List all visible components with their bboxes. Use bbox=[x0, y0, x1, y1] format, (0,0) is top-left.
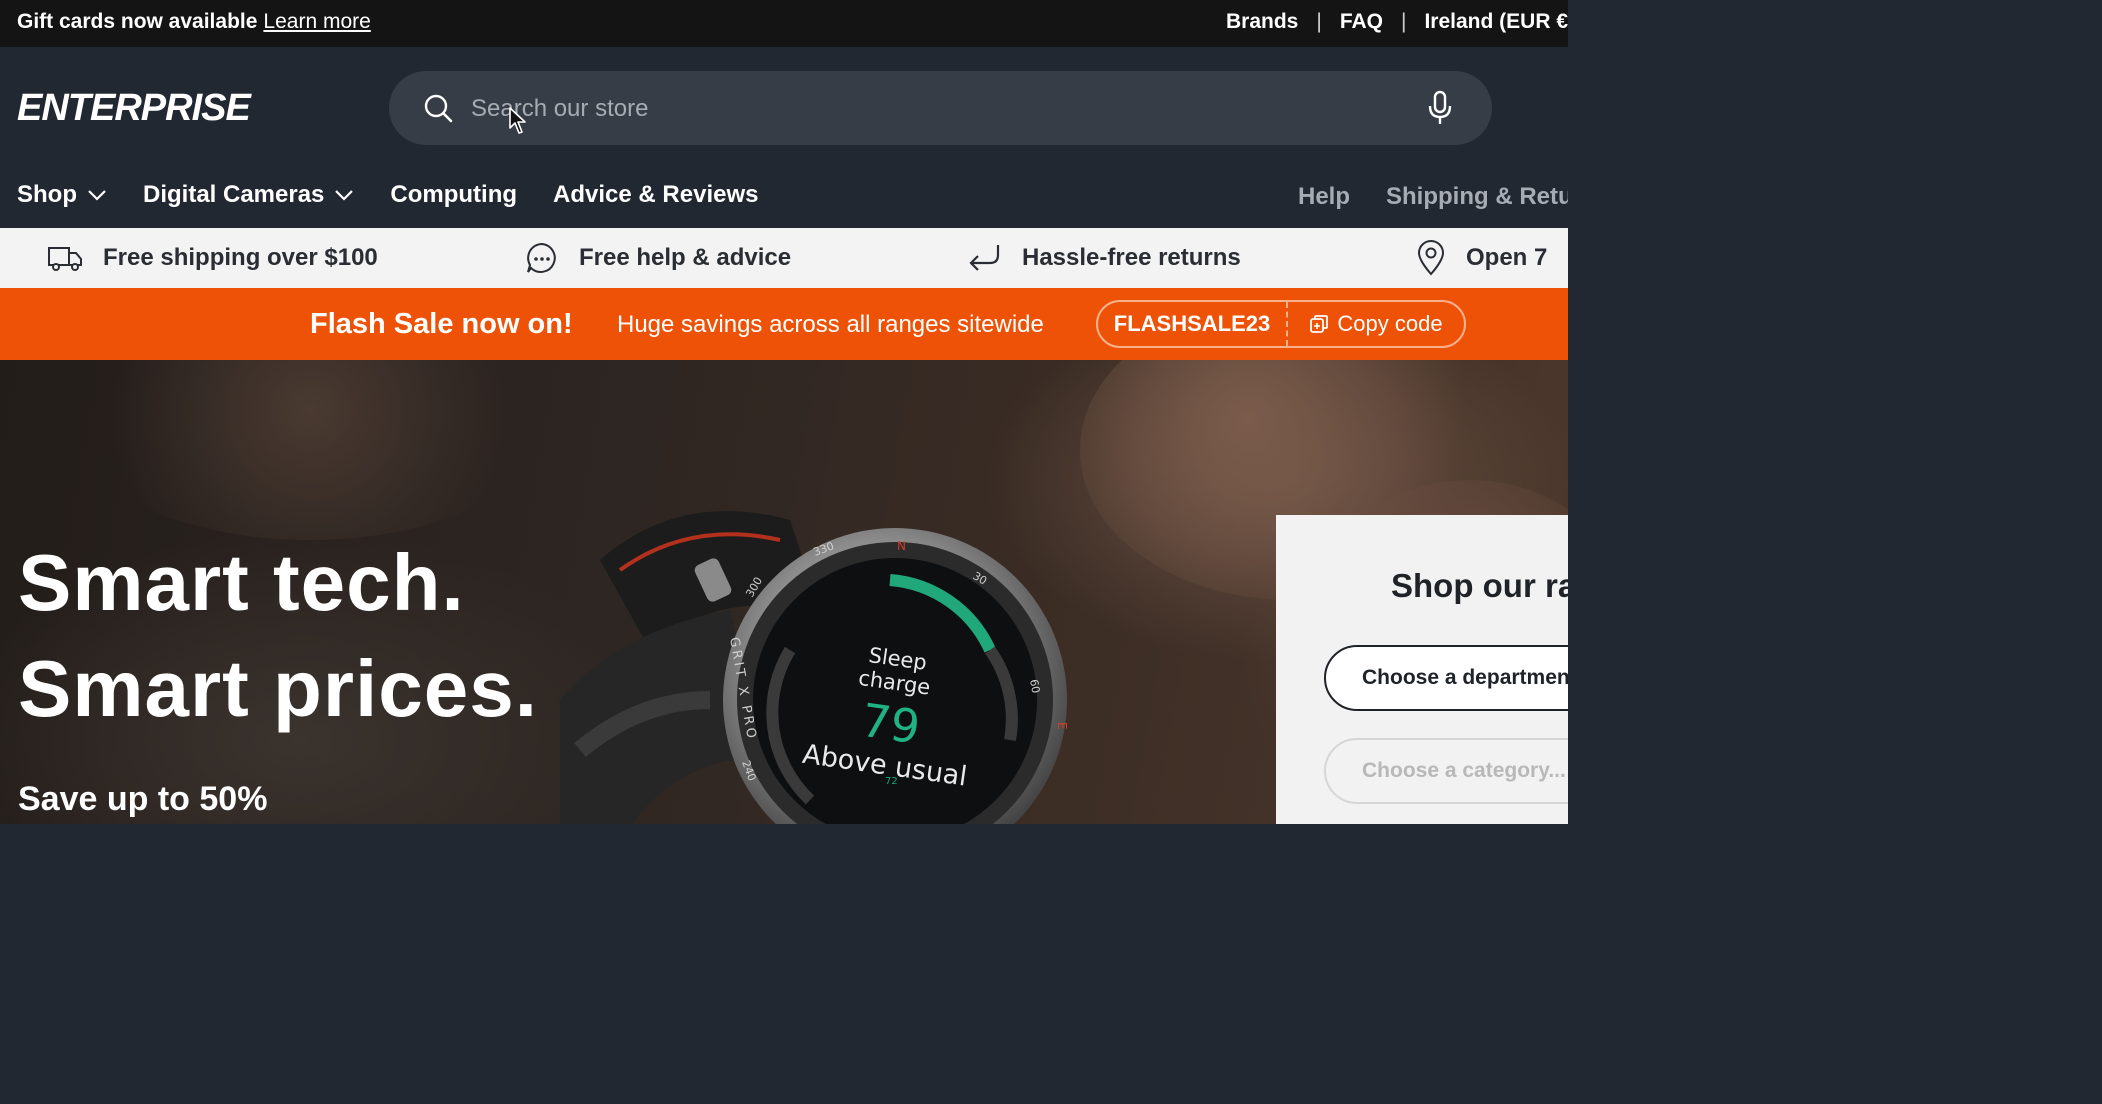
usp-label: Free help & advice bbox=[579, 244, 792, 271]
site-header: ENTERPRISE Shop Digital Cameras bbox=[0, 47, 1568, 228]
nav-item-label: Computing bbox=[390, 181, 518, 208]
hero-headline-line2: Smart prices. bbox=[18, 644, 538, 733]
nav-item-label: Shop bbox=[17, 181, 77, 208]
help-link[interactable]: Help bbox=[1298, 183, 1350, 211]
nav-item-shop[interactable]: Shop bbox=[17, 181, 107, 209]
divider: | bbox=[1401, 10, 1407, 33]
search-input[interactable] bbox=[469, 89, 1373, 129]
nav-item-digital-cameras[interactable]: Digital Cameras bbox=[143, 181, 354, 209]
shop-range-panel: Shop our ra Choose a departmen Choose a … bbox=[1276, 515, 1568, 824]
usp-strip: Free shipping over $100 Free help & advi… bbox=[0, 228, 1568, 288]
announcement-text: Gift cards now available Learn more bbox=[17, 10, 371, 34]
watch-bezel-mark: 60 bbox=[1027, 678, 1042, 694]
hero-headline: Smart tech. Smart prices. bbox=[18, 530, 538, 742]
copy-code-label: Copy code bbox=[1337, 311, 1443, 336]
usp-item-returns: Hassle-free returns bbox=[966, 228, 1241, 288]
nav-item-label: Digital Cameras bbox=[143, 181, 325, 208]
chevron-down-icon bbox=[88, 190, 106, 201]
page: Gift cards now available Learn more Brand… bbox=[0, 0, 1568, 824]
microphone-icon[interactable] bbox=[1427, 90, 1453, 126]
hero-subline: Save up to 50% bbox=[18, 780, 268, 818]
chevron-down-icon bbox=[335, 190, 354, 201]
truck-icon bbox=[48, 247, 82, 271]
copy-icon bbox=[1310, 315, 1329, 333]
nav-item-label: Advice & Reviews bbox=[553, 181, 759, 208]
flash-sale-subtitle: Huge savings across all ranges sitewide bbox=[617, 311, 1044, 338]
main-nav: Shop Digital Cameras Computing Advice & … bbox=[17, 181, 758, 209]
location-pin-icon bbox=[1417, 240, 1445, 276]
usp-label: Hassle-free returns bbox=[1022, 244, 1241, 271]
search-icon[interactable] bbox=[423, 93, 453, 123]
brands-link[interactable]: Brands bbox=[1226, 10, 1298, 34]
watch-value: 79 bbox=[858, 693, 923, 755]
announcement-bar: Gift cards now available Learn more Brand… bbox=[0, 0, 1568, 47]
usp-label: Open 7 bbox=[1466, 244, 1548, 271]
coupon-code: FLASHSALE23 bbox=[1098, 302, 1288, 346]
region-selector[interactable]: Ireland (EUR € bbox=[1424, 10, 1568, 34]
coupon-box: FLASHSALE23 Copy code bbox=[1096, 300, 1466, 348]
panel-title: Shop our ra bbox=[1391, 567, 1568, 604]
watch-bezel-mark: N bbox=[897, 539, 906, 553]
smartwatch-image: 330 N 30 60 240 300 E GRIT X PRO 72 62 8… bbox=[560, 511, 1069, 824]
return-arrow-icon bbox=[969, 245, 1000, 271]
nav-item-computing[interactable]: Computing bbox=[390, 181, 517, 209]
chat-icon bbox=[527, 242, 556, 273]
utility-links: Brands | FAQ | Ireland (EUR € bbox=[1226, 10, 1568, 34]
flash-sale-title: Flash Sale now on! bbox=[310, 308, 573, 340]
copy-code-button[interactable]: Copy code bbox=[1288, 302, 1464, 346]
usp-item-shipping: Free shipping over $100 bbox=[47, 228, 378, 288]
watch-bezel-mark: E bbox=[1055, 722, 1069, 730]
usp-item-stores: Open 7 bbox=[1416, 228, 1547, 288]
category-select[interactable]: Choose a category... bbox=[1324, 738, 1568, 804]
learn-more-link[interactable]: Learn more bbox=[263, 10, 370, 33]
flash-sale-banner: Flash Sale now on! Huge savings across a… bbox=[0, 288, 1568, 360]
divider: | bbox=[1316, 10, 1322, 33]
department-select[interactable]: Choose a departmen bbox=[1324, 645, 1568, 711]
announcement-message: Gift cards now available bbox=[17, 10, 258, 33]
shipping-returns-link[interactable]: Shipping & Retu bbox=[1386, 183, 1568, 211]
hero-headline-line1: Smart tech. bbox=[18, 538, 465, 627]
nav-item-advice-reviews[interactable]: Advice & Reviews bbox=[553, 181, 758, 209]
usp-label: Free shipping over $100 bbox=[103, 244, 378, 271]
site-logo[interactable]: ENTERPRISE bbox=[17, 87, 251, 130]
mouse-cursor-icon bbox=[509, 107, 526, 134]
rock-texture bbox=[60, 360, 560, 540]
secondary-nav: Help Shipping & Retu bbox=[1298, 183, 1568, 211]
usp-item-help: Free help & advice bbox=[525, 228, 791, 288]
faq-link[interactable]: FAQ bbox=[1340, 10, 1383, 34]
search-bar bbox=[389, 71, 1492, 145]
